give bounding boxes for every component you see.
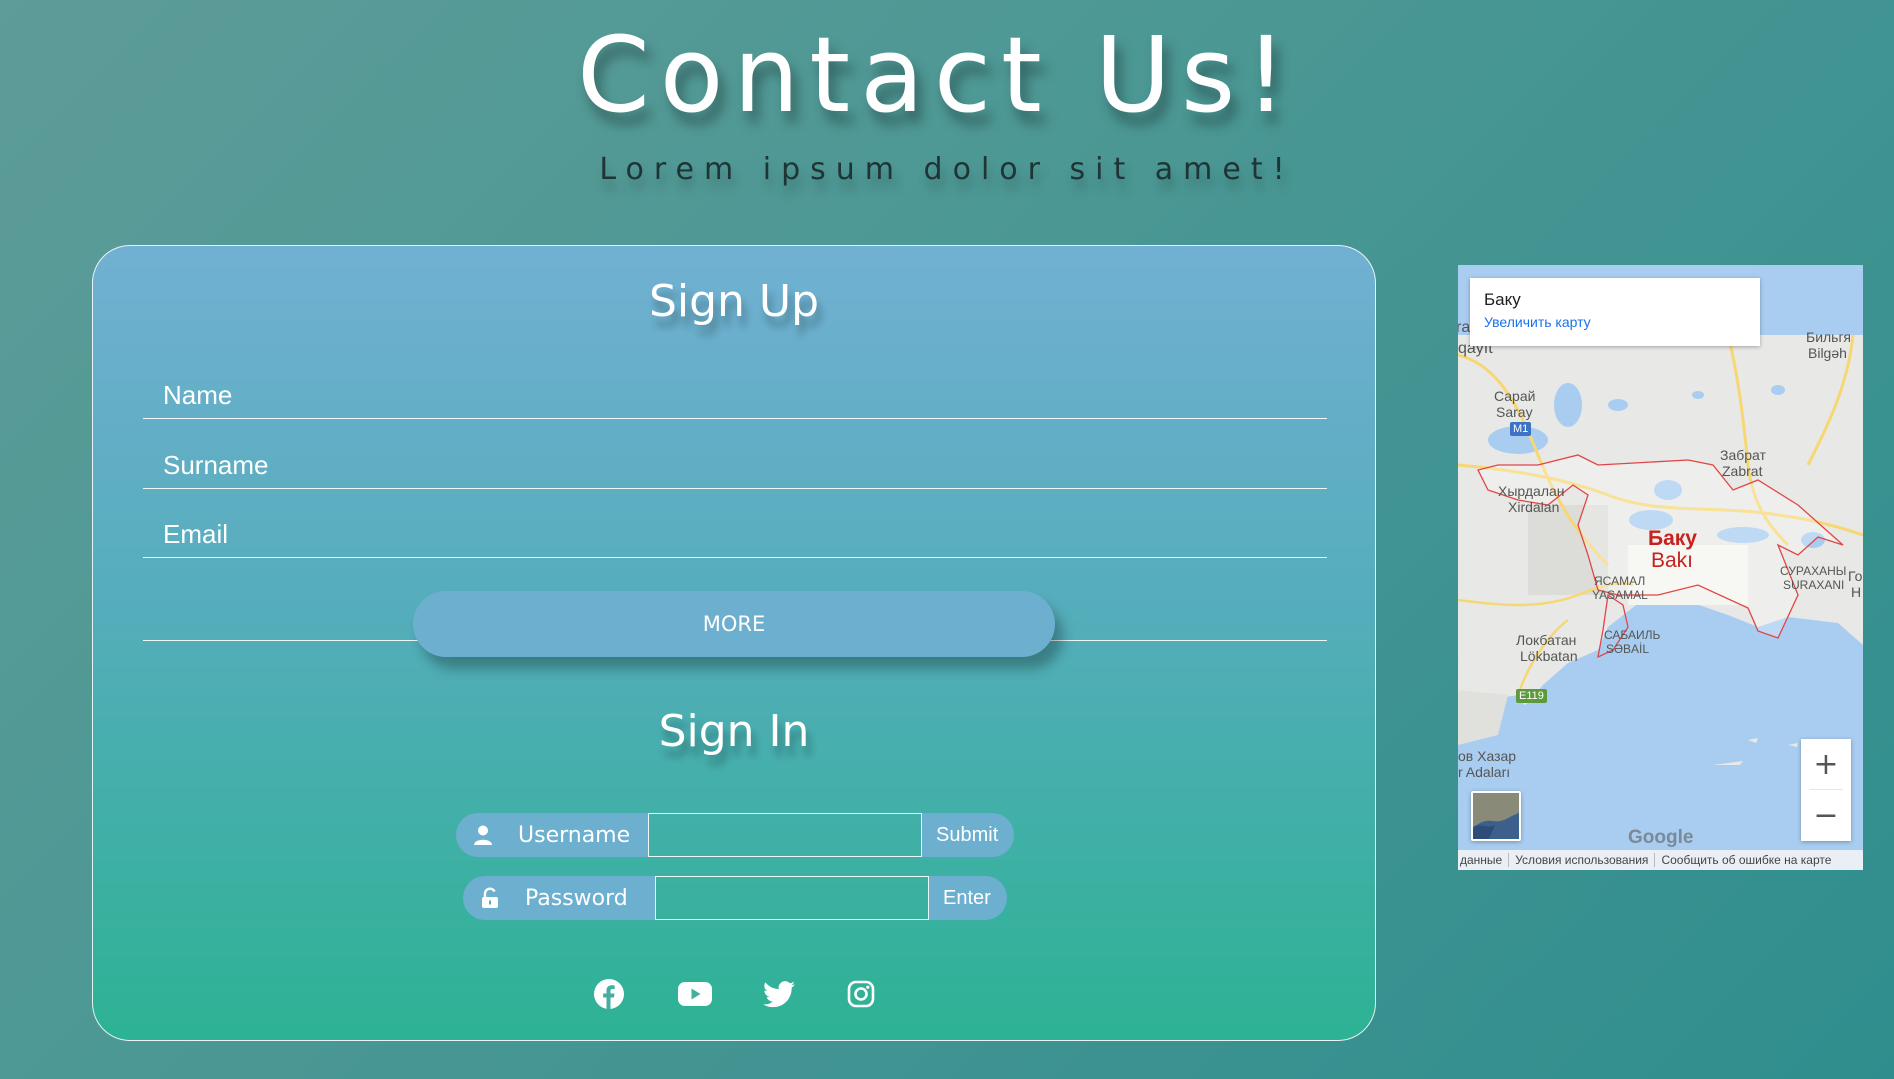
more-button[interactable]: MORE xyxy=(413,591,1055,657)
map-info-window: Баку Увеличить карту xyxy=(1470,278,1760,346)
twitter-icon[interactable] xyxy=(763,978,795,1010)
google-map[interactable]: qayıt ra Бильгя Bilgəh Сарай Saray M1 За… xyxy=(1458,265,1863,870)
map-label-edge-h: H xyxy=(1851,584,1862,600)
map-label-edge-ra: ra xyxy=(1458,319,1471,336)
username-row: Username Submit xyxy=(456,813,1015,857)
email-input[interactable] xyxy=(143,511,1327,557)
zoom-controls: + − xyxy=(1801,739,1851,841)
map-label-xirdalan-az: Xirdalan xyxy=(1508,499,1560,515)
zoom-out-button[interactable]: − xyxy=(1801,790,1851,840)
plus-icon: + xyxy=(1813,746,1839,782)
minus-icon: − xyxy=(1813,797,1839,833)
surname-field xyxy=(143,442,1327,489)
map-footer-terms[interactable]: Условия использования xyxy=(1508,853,1654,867)
surname-input[interactable] xyxy=(143,442,1327,488)
email-field xyxy=(143,511,1327,558)
page-subtitle: Lorem ipsum dolor sit amet! xyxy=(599,152,1295,187)
password-row: Password Enter xyxy=(463,876,1007,920)
map-label-zabrat-ru: Забрат xyxy=(1720,447,1766,463)
map-label-lokbatan-az: Lökbatan xyxy=(1520,648,1578,664)
signup-title: Sign Up xyxy=(648,276,820,327)
username-label: Username xyxy=(456,813,648,857)
name-input[interactable] xyxy=(143,372,1327,418)
map-label-saray-ru: Сарай xyxy=(1494,388,1536,404)
road-badge-m1: M1 xyxy=(1510,422,1532,436)
enlarge-map-link[interactable]: Увеличить карту xyxy=(1484,314,1746,330)
enter-button[interactable]: Enter xyxy=(929,876,1007,920)
map-label-xirdalan-ru: Хырдалан xyxy=(1498,483,1565,499)
map-label-suraxani-az: SURAXANI xyxy=(1783,578,1845,592)
user-icon xyxy=(472,824,494,846)
username-input[interactable] xyxy=(648,813,922,857)
signin-title: Sign In xyxy=(658,706,810,757)
instagram-icon[interactable] xyxy=(845,978,877,1010)
unlock-icon xyxy=(479,887,501,909)
contact-card: Sign Up MORE Sign In Username Submit Pas… xyxy=(92,245,1376,1041)
map-label-bilgah-az: Bilgəh xyxy=(1808,345,1847,361)
map-footer-data[interactable]: данные xyxy=(1458,853,1508,867)
facebook-icon[interactable] xyxy=(593,978,625,1010)
map-label-sabail-az: SƏBAİL xyxy=(1606,642,1650,656)
satellite-thumbnail-icon xyxy=(1473,793,1519,839)
map-label-yasamal-ru: ЯСАМАЛ xyxy=(1594,574,1646,588)
zoom-in-button[interactable]: + xyxy=(1801,739,1851,789)
map-label-saray-az: Saray xyxy=(1496,404,1533,420)
username-label-text: Username xyxy=(518,822,631,848)
map-label-zabrat-az: Zabrat xyxy=(1722,463,1763,479)
map-label-sabail-ru: САБАИЛЬ xyxy=(1604,628,1661,642)
submit-button[interactable]: Submit xyxy=(922,813,1015,857)
map-footer: данные Условия использования Сообщить об… xyxy=(1458,850,1863,870)
satellite-layer-toggle[interactable] xyxy=(1471,791,1521,841)
map-label-lokbatan-ru: Локбатан xyxy=(1516,632,1577,648)
page-title: Contact Us! xyxy=(577,14,1297,136)
password-input[interactable] xyxy=(655,876,929,920)
map-label-xazar-ru: ов Хазар xyxy=(1458,748,1517,764)
map-label-bilgah-ru: Бильгя xyxy=(1806,329,1852,345)
map-footer-report[interactable]: Сообщить об ошибке на карте xyxy=(1654,853,1837,867)
password-label: Password xyxy=(463,876,655,920)
map-label-suraxani-ru: СУРАХАНЫ xyxy=(1780,564,1847,578)
map-label-xazar-az: r Adaları xyxy=(1458,764,1511,780)
name-field xyxy=(143,372,1327,419)
password-label-text: Password xyxy=(525,885,628,911)
youtube-icon[interactable] xyxy=(678,978,712,1010)
map-label-edge-go: Го xyxy=(1848,568,1863,584)
map-label-baku-ru: Баку xyxy=(1648,527,1697,550)
map-label-yasamal-az: YASAMAL xyxy=(1592,588,1648,602)
google-logo: Google xyxy=(1628,827,1694,848)
road-badge-e119: E119 xyxy=(1516,689,1547,703)
map-label-baku-az: Bakı xyxy=(1651,549,1694,572)
map-info-place: Баку xyxy=(1484,290,1521,309)
